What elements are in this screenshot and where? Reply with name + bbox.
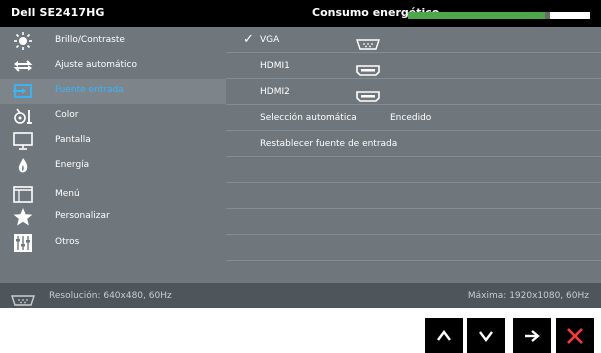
- checkmark-icon: ✓: [243, 32, 254, 47]
- input-source-panel: ✓ VGA HDMI1 HDMI2 Selección automática E…: [226, 27, 601, 283]
- option-reset-input-source[interactable]: Restablecer fuente de entrada: [226, 131, 601, 157]
- osd-menu: Dell SE2417HG Consumo energético Brillo/…: [0, 0, 601, 308]
- sidebar-item-others[interactable]: Otros: [0, 231, 226, 256]
- others-icon: [12, 234, 34, 252]
- empty-row: [226, 235, 601, 261]
- sidebar-item-label: Pantalla: [55, 135, 91, 145]
- color-icon: [12, 107, 34, 125]
- option-label: Restablecer fuente de entrada: [260, 139, 398, 149]
- up-button[interactable]: [425, 318, 463, 353]
- star-icon: [12, 208, 34, 226]
- option-label: Selección automática: [260, 113, 357, 123]
- monitor-model: Dell SE2417HG: [11, 6, 105, 19]
- hdmi-connector-icon: [356, 61, 380, 80]
- option-label: HDMI1: [260, 61, 290, 71]
- brightness-icon: [12, 32, 34, 50]
- sidebar-item-label: Personalizar: [55, 211, 110, 221]
- sidebar-item-personalize[interactable]: Personalizar: [0, 205, 226, 230]
- option-vga[interactable]: ✓ VGA: [226, 27, 601, 53]
- sidebar-item-label: Ajuste automático: [55, 60, 137, 70]
- sidebar-item-label: Menú: [55, 189, 80, 199]
- down-button[interactable]: [467, 318, 505, 353]
- empty-row: [226, 183, 601, 209]
- status-bar: Resolución: 640x480, 60Hz Máxima: 1920x1…: [0, 283, 601, 308]
- sidebar-item-auto-adjust[interactable]: Ajuste automático: [0, 54, 226, 79]
- energy-consumption-fill: [408, 12, 545, 19]
- option-hdmi2[interactable]: HDMI2: [226, 79, 601, 105]
- sidebar-item-color[interactable]: Color: [0, 104, 226, 129]
- exit-button[interactable]: [556, 318, 594, 353]
- max-resolution: Máxima: 1920x1080, 60Hz: [467, 291, 589, 301]
- sidebar-item-label: Fuente entrada: [55, 85, 124, 95]
- option-label: VGA: [260, 35, 280, 45]
- sidebar-item-label: Otros: [55, 237, 80, 247]
- sidebar: Brillo/Contraste Ajuste automático Fuent…: [0, 27, 226, 283]
- sidebar-item-display[interactable]: Pantalla: [0, 129, 226, 154]
- vga-connector-icon: [356, 35, 380, 54]
- vga-connector-icon: [11, 291, 35, 310]
- energy-bar-remainder: [550, 12, 590, 19]
- option-hdmi1[interactable]: HDMI1: [226, 53, 601, 79]
- sidebar-item-energy[interactable]: Energía: [0, 154, 226, 179]
- option-label: HDMI2: [260, 87, 290, 97]
- title-bar: Dell SE2417HG Consumo energético: [0, 0, 601, 27]
- display-icon: [12, 132, 34, 150]
- option-value: Encedido: [390, 113, 432, 123]
- sidebar-item-label: Brillo/Contraste: [55, 35, 125, 45]
- menu-icon: [12, 186, 34, 204]
- sidebar-item-label: Energía: [55, 160, 90, 170]
- energy-icon: [12, 157, 34, 175]
- input-source-icon: [12, 82, 34, 100]
- current-resolution: Resolución: 640x480, 60Hz: [49, 291, 172, 301]
- auto-adjust-icon: [12, 57, 34, 75]
- hdmi-connector-icon: [356, 87, 380, 106]
- energy-consumption-bar: [408, 12, 590, 19]
- sidebar-item-label: Color: [55, 110, 79, 120]
- sidebar-item-brightness-contrast[interactable]: Brillo/Contraste: [0, 29, 226, 54]
- option-auto-select[interactable]: Selección automática Encedido: [226, 105, 601, 131]
- confirm-button[interactable]: [513, 318, 551, 353]
- sidebar-item-input-source[interactable]: Fuente entrada: [0, 79, 226, 104]
- empty-row: [226, 157, 601, 183]
- empty-row: [226, 209, 601, 235]
